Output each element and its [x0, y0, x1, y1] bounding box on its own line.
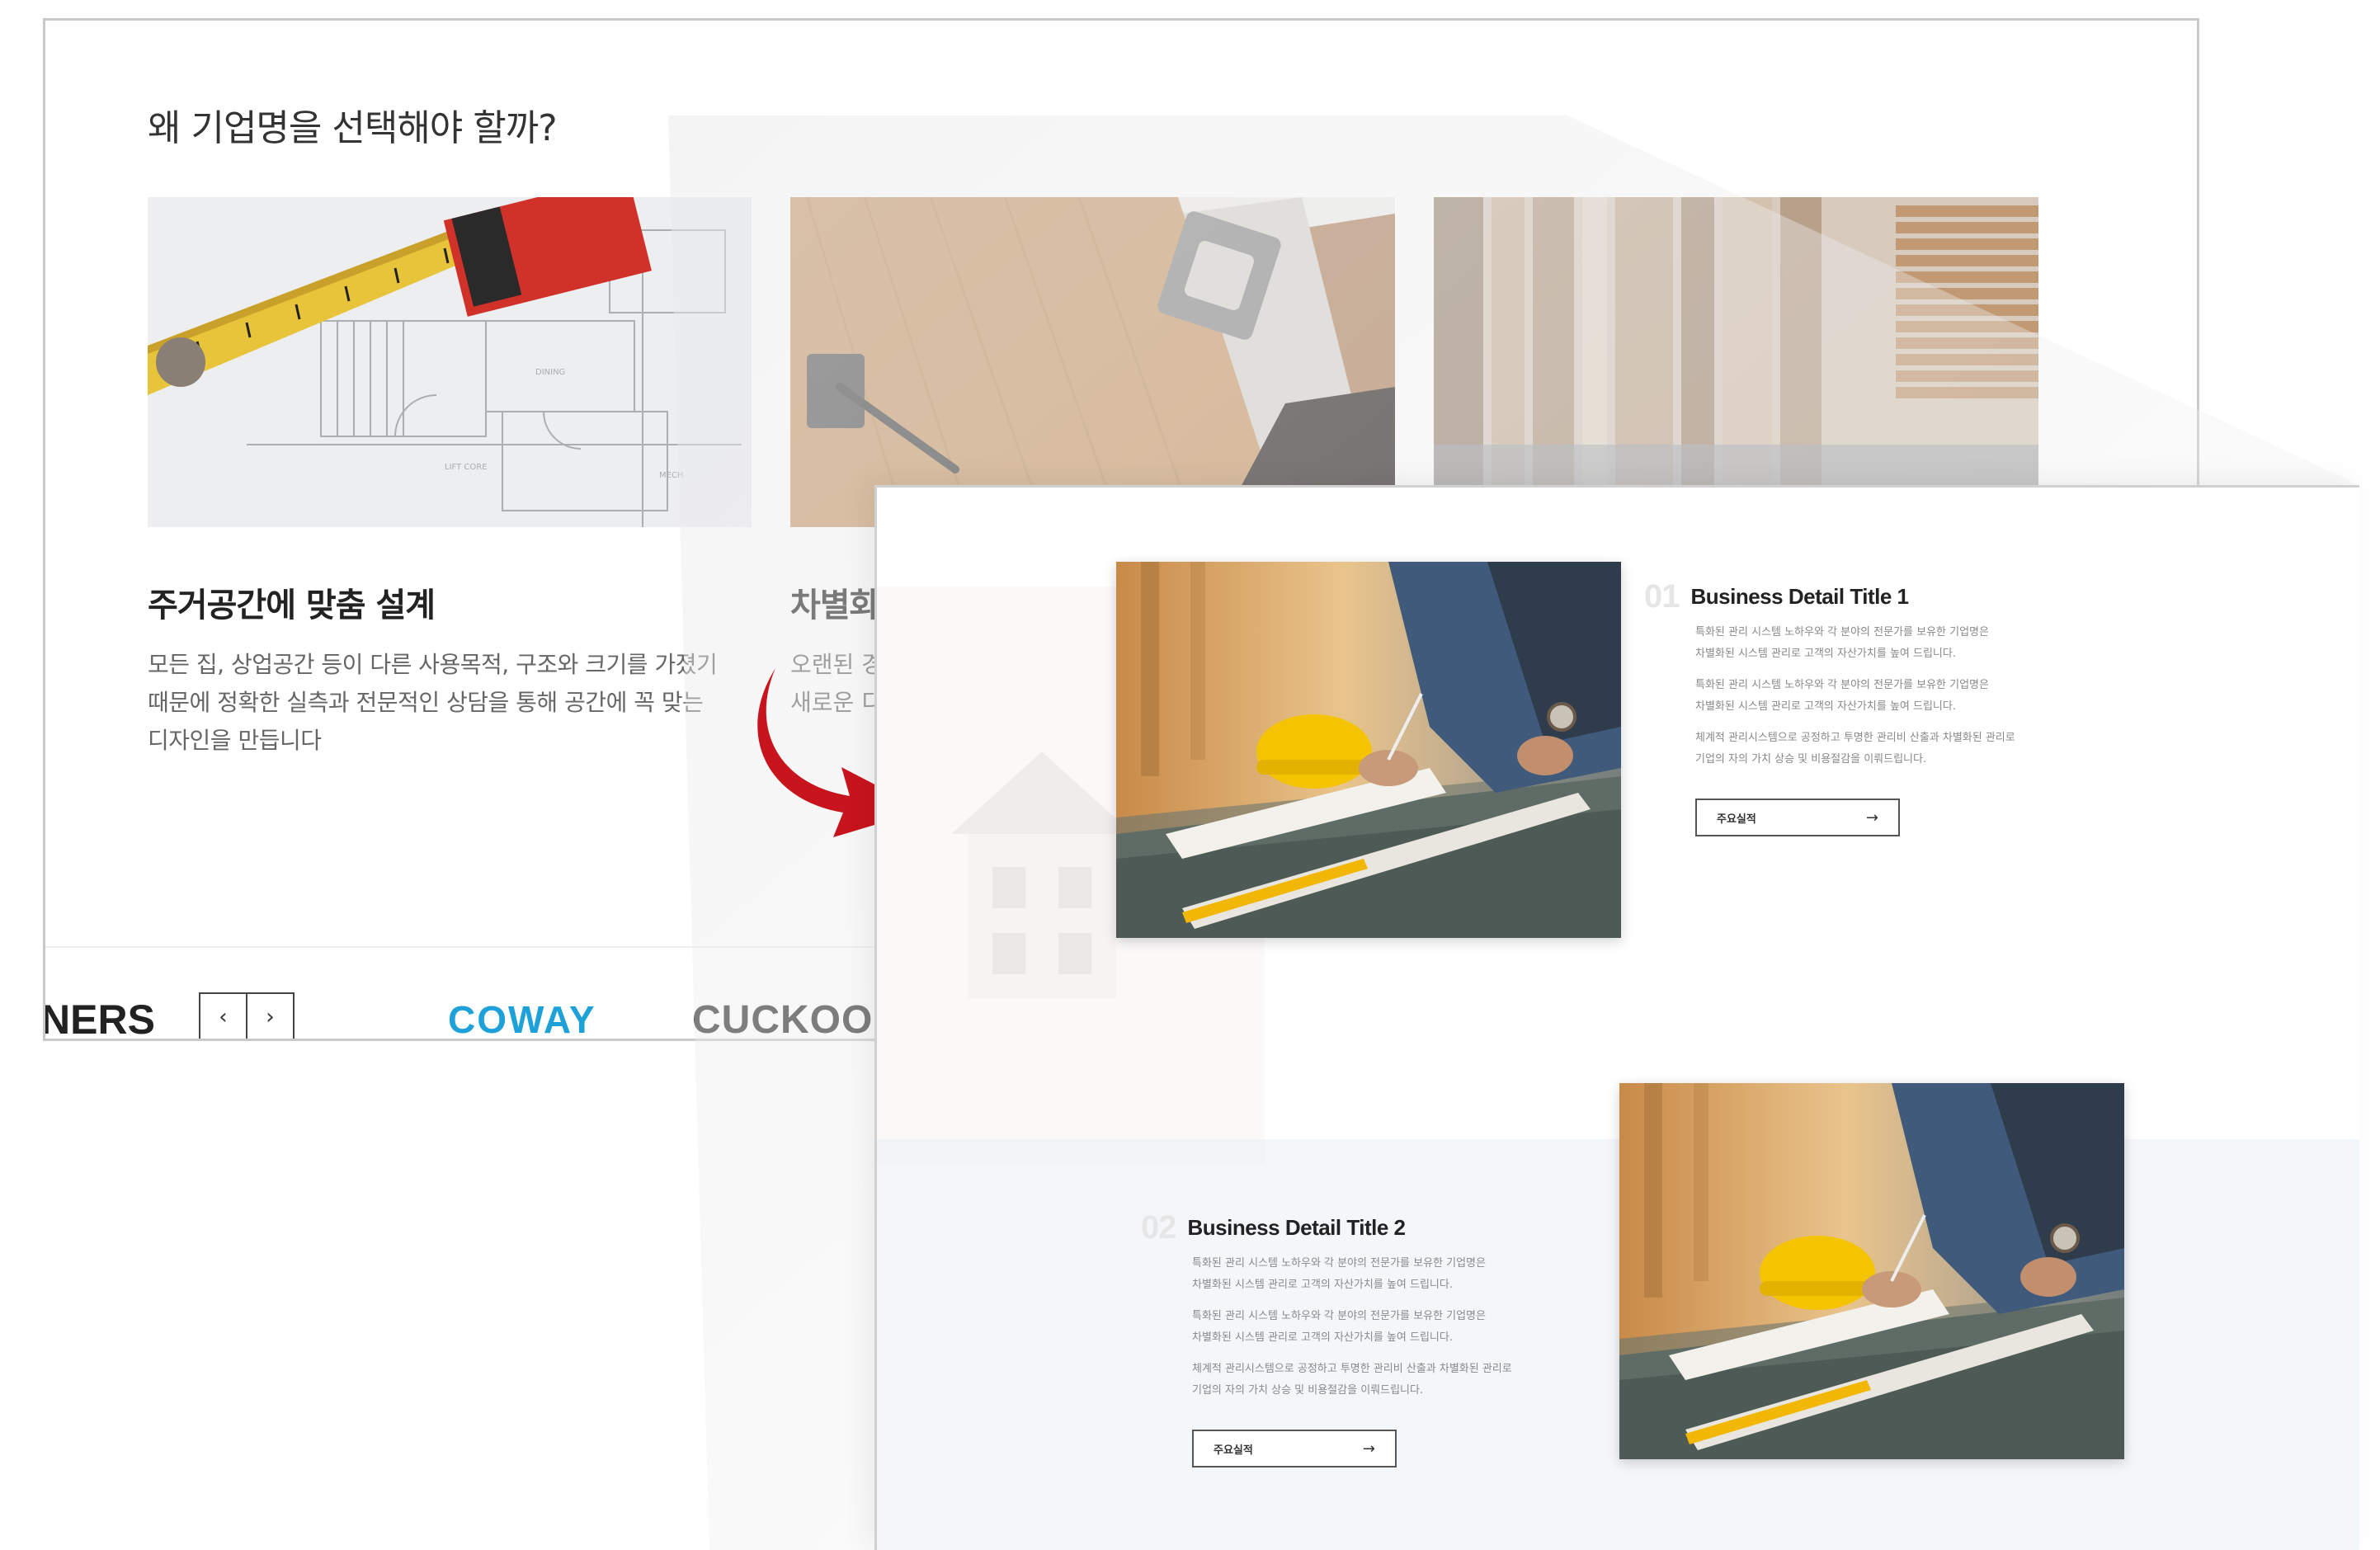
detail-image-construction [1619, 1083, 2124, 1459]
button-label: 주요실적 [1717, 813, 1756, 826]
detail-line: 차별화된 시스템 관리로 고객의 자산가치를 높여 드립니다. [1192, 1331, 1453, 1344]
detail-line: 차별화된 시스템 관리로 고객의 자산가치를 높여 드립니다. [1695, 648, 1956, 660]
section-background-band [877, 1139, 2359, 1550]
partners-label: NERS [43, 996, 155, 1041]
detail-line: 특화된 관리 시스템 노하우와 각 분야의 전문가를 보유한 기업명은 [1192, 1310, 1486, 1322]
detail-line: 차별화된 시스템 관리로 고객의 자산가치를 높여 드립니다. [1695, 700, 1956, 713]
detail-line: 특화된 관리 시스템 노하우와 각 분야의 전문가를 보유한 기업명은 [1192, 1257, 1486, 1270]
card-desc-line: 디자인을 만듭니다 [148, 727, 322, 754]
detail-line: 특화된 관리 시스템 노하우와 각 분야의 전문가를 보유한 기업명은 [1695, 626, 1989, 638]
arrow-right-icon: → [1362, 1439, 1375, 1458]
detail-heading: 02 Business Detail Title 2 [1141, 1209, 1512, 1246]
detail-line: 기업의 자의 가치 상승 및 비용절감을 이뤄드립니다. [1695, 753, 1927, 766]
main-results-button[interactable]: 주요실적 → [1192, 1430, 1397, 1468]
detail-title: Business Detail Title 1 [1690, 584, 1910, 609]
card-desc-line: 때문에 정확한 실측과 전문적인 상담을 통해 공간에 꼭 맞는 [148, 689, 704, 716]
svg-text:LIFT CORE: LIFT CORE [445, 463, 488, 472]
detail-heading: 01 Business Detail Title 1 [1644, 578, 2015, 615]
card-image-wood-samples [790, 197, 1395, 527]
front-page-screenshot: 01 Business Detail Title 1 특화된 관리 시스템 노하… [874, 485, 2359, 1550]
detail-description: 특화된 관리 시스템 노하우와 각 분야의 전문가를 보유한 기업명은 차별화된… [1695, 622, 2015, 770]
detail-description: 특화된 관리 시스템 노하우와 각 분야의 전문가를 보유한 기업명은 차별화된… [1192, 1253, 1512, 1402]
card-description: 모든 집, 상업공간 등이 다른 사용목적, 구조와 크기를 가졌기 때문에 정… [148, 646, 742, 760]
svg-text:MECH: MECH [659, 471, 683, 480]
partner-logo-cuckoo: CUCKOO [692, 998, 874, 1041]
section-title: 왜 기업명을 선택해야 할까? [148, 107, 558, 149]
business-detail-1: 01 Business Detail Title 1 특화된 관리 시스템 노하… [1644, 578, 2015, 836]
card-desc-line: 모든 집, 상업공간 등이 다른 사용목적, 구조와 크기를 가졌기 [148, 651, 718, 678]
card-title: 차별화 [790, 587, 879, 624]
detail-image-construction [1116, 562, 1621, 938]
detail-number: 01 [1644, 578, 1680, 615]
card-image-lumber [1434, 197, 2038, 486]
chevron-left-icon[interactable]: ‹ [200, 994, 246, 1039]
partners-slider-nav: ‹ › [199, 992, 295, 1039]
partner-logo-coway: COWAY [448, 998, 596, 1041]
detail-line: 기업의 자의 가치 상승 및 비용절감을 이뤄드립니다. [1192, 1384, 1424, 1397]
card-image-blueprint: DINING LIFT CORE MECH [148, 197, 752, 527]
detail-line: 체계적 관리시스템으로 공정하고 투명한 관리비 산출과 차별화된 관리로 [1192, 1363, 1512, 1375]
chevron-right-icon[interactable]: › [246, 994, 293, 1039]
detail-line: 특화된 관리 시스템 노하우와 각 분야의 전문가를 보유한 기업명은 [1695, 679, 1989, 691]
detail-number: 02 [1141, 1209, 1176, 1246]
detail-line: 차별화된 시스템 관리로 고객의 자산가치를 높여 드립니다. [1192, 1279, 1453, 1291]
card-title: 주거공간에 맞춤 설계 [148, 587, 436, 624]
main-results-button[interactable]: 주요실적 → [1695, 799, 1900, 836]
detail-line: 체계적 관리시스템으로 공정하고 투명한 관리비 산출과 차별화된 관리로 [1695, 732, 2015, 744]
business-detail-2: 02 Business Detail Title 2 특화된 관리 시스템 노하… [1141, 1209, 1512, 1468]
detail-title: Business Detail Title 2 [1187, 1215, 1407, 1240]
svg-text:DINING: DINING [535, 368, 565, 377]
arrow-right-icon: → [1865, 808, 1878, 827]
button-label: 주요실적 [1214, 1444, 1253, 1457]
